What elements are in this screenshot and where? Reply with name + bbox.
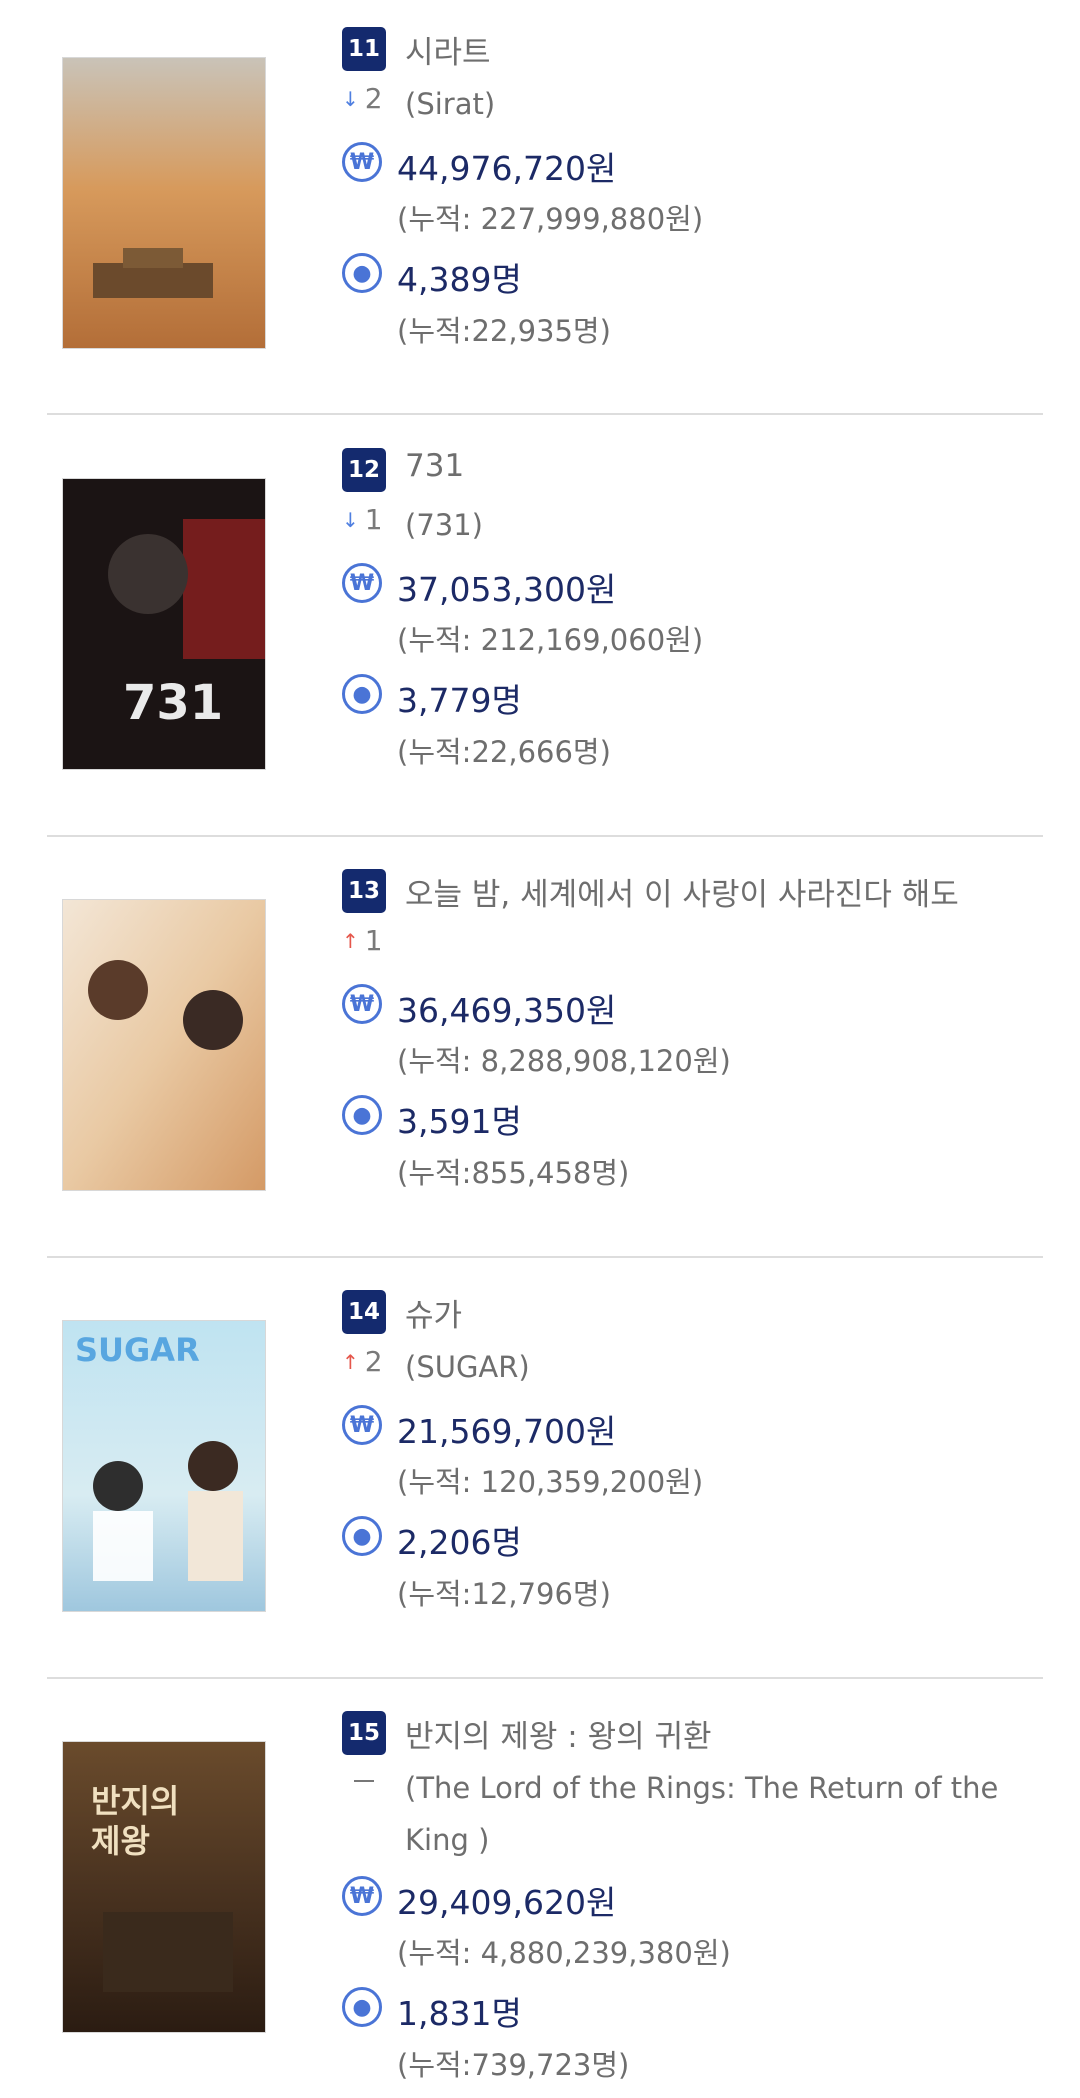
daily-revenue: 44,976,720원: [397, 149, 617, 188]
daily-revenue: 37,053,300원: [397, 570, 617, 609]
rank-change: ↓ 2: [342, 82, 383, 115]
daily-audience: 2,206명: [397, 1523, 522, 1562]
movie-title[interactable]: 시라트: [405, 27, 491, 72]
rank-badge: 13: [342, 869, 386, 913]
movie-title[interactable]: 오늘 밤, 세계에서 이 사랑이 사라진다 해도: [405, 869, 959, 914]
divider: [47, 1677, 1043, 1679]
person-icon: ●: [342, 253, 382, 293]
rank-badge: 14: [342, 1290, 386, 1334]
movie-title[interactable]: 반지의 제왕 : 왕의 귀환: [405, 1711, 712, 1756]
person-icon: ●: [342, 1095, 382, 1135]
box-office-list: 11 시라트 ↓ 2 (Sirat) ₩ 44,976,720원 (누적: 22…: [0, 0, 1080, 2098]
movie-poster[interactable]: SUGAR: [63, 1321, 265, 1611]
original-title: (731): [405, 508, 483, 542]
svg-text:731: 731: [123, 675, 223, 731]
svg-text:SUGAR: SUGAR: [75, 1331, 200, 1369]
arrow-down-icon: ↓: [342, 86, 359, 111]
rank-change: [342, 1780, 374, 1782]
daily-revenue: 29,409,620원: [397, 1883, 617, 1922]
arrow-up-icon: ↑: [342, 928, 359, 953]
divider: [47, 1256, 1043, 1258]
daily-audience: 1,831명: [397, 1994, 522, 2033]
arrow-up-icon: ↑: [342, 1349, 359, 1374]
movie-title[interactable]: 731: [405, 448, 464, 484]
list-item[interactable]: SUGAR 14 슈가 ↑ 2 (SUGAR) ₩ 21,569,700원 (누…: [0, 1263, 1080, 1677]
original-title: (Sirat): [405, 87, 496, 121]
daily-audience: 3,591명: [397, 1102, 522, 1141]
list-item[interactable]: 반지의 제왕 15 반지의 제왕 : 왕의 귀환 (The Lord of th…: [0, 1684, 1080, 2098]
won-icon: ₩: [342, 563, 382, 603]
daily-revenue: 21,569,700원: [397, 1412, 617, 1451]
rank-change-value: 1: [364, 503, 383, 536]
daily-audience: 3,779명: [397, 681, 522, 720]
list-item[interactable]: 11 시라트 ↓ 2 (Sirat) ₩ 44,976,720원 (누적: 22…: [0, 0, 1080, 414]
cumulative-revenue: (누적: 227,999,880원): [397, 202, 704, 236]
won-icon: ₩: [342, 984, 382, 1024]
original-title: (The Lord of the Rings: The Return of th…: [405, 1771, 999, 1857]
cumulative-revenue: (누적: 120,359,200원): [397, 1465, 704, 1499]
rank-change: ↓ 1: [342, 503, 383, 536]
rank-badge: 11: [342, 27, 386, 71]
movie-poster[interactable]: [63, 900, 265, 1190]
movie-poster[interactable]: 731: [63, 479, 265, 769]
won-icon: ₩: [342, 1876, 382, 1916]
cumulative-revenue: (누적: 4,880,239,380원): [397, 1936, 731, 1970]
rank-change: ↑ 1: [342, 924, 383, 957]
svg-text:반지의: 반지의: [91, 1782, 179, 1820]
rank-badge: 15: [342, 1711, 386, 1755]
won-icon: ₩: [342, 1405, 382, 1445]
won-icon: ₩: [342, 142, 382, 182]
rank-change-value: 1: [364, 924, 383, 957]
svg-text:제왕: 제왕: [91, 1822, 150, 1860]
person-icon: ●: [342, 1987, 382, 2027]
divider: [47, 413, 1043, 415]
list-item[interactable]: 13 오늘 밤, 세계에서 이 사랑이 사라진다 해도 ↑ 1 ₩ 36,469…: [0, 842, 1080, 1256]
original-title: (SUGAR): [405, 1350, 530, 1384]
cumulative-audience: (누적:739,723명): [397, 2048, 630, 2082]
arrow-down-icon: ↓: [342, 507, 359, 532]
person-icon: ●: [342, 1516, 382, 1556]
cumulative-audience: (누적:22,666명): [397, 735, 611, 769]
cumulative-audience: (누적:22,935명): [397, 314, 611, 348]
daily-revenue: 36,469,350원: [397, 991, 617, 1030]
cumulative-audience: (누적:855,458명): [397, 1156, 630, 1190]
rank-change: ↑ 2: [342, 1345, 383, 1378]
daily-audience: 4,389명: [397, 260, 522, 299]
rank-change-value: 2: [364, 82, 383, 115]
divider: [47, 835, 1043, 837]
cumulative-revenue: (누적: 212,169,060원): [397, 623, 704, 657]
no-change-icon: [354, 1780, 374, 1782]
rank-change-value: 2: [364, 1345, 383, 1378]
movie-poster[interactable]: 반지의 제왕: [63, 1742, 265, 2032]
movie-poster[interactable]: [63, 58, 265, 348]
list-item[interactable]: 731 12 731 ↓ 1 (731) ₩ 37,053,300원 (누적: …: [0, 421, 1080, 835]
person-icon: ●: [342, 674, 382, 714]
movie-title[interactable]: 슈가: [405, 1290, 462, 1335]
cumulative-revenue: (누적: 8,288,908,120원): [397, 1044, 731, 1078]
rank-badge: 12: [342, 448, 386, 492]
cumulative-audience: (누적:12,796명): [397, 1577, 611, 1611]
